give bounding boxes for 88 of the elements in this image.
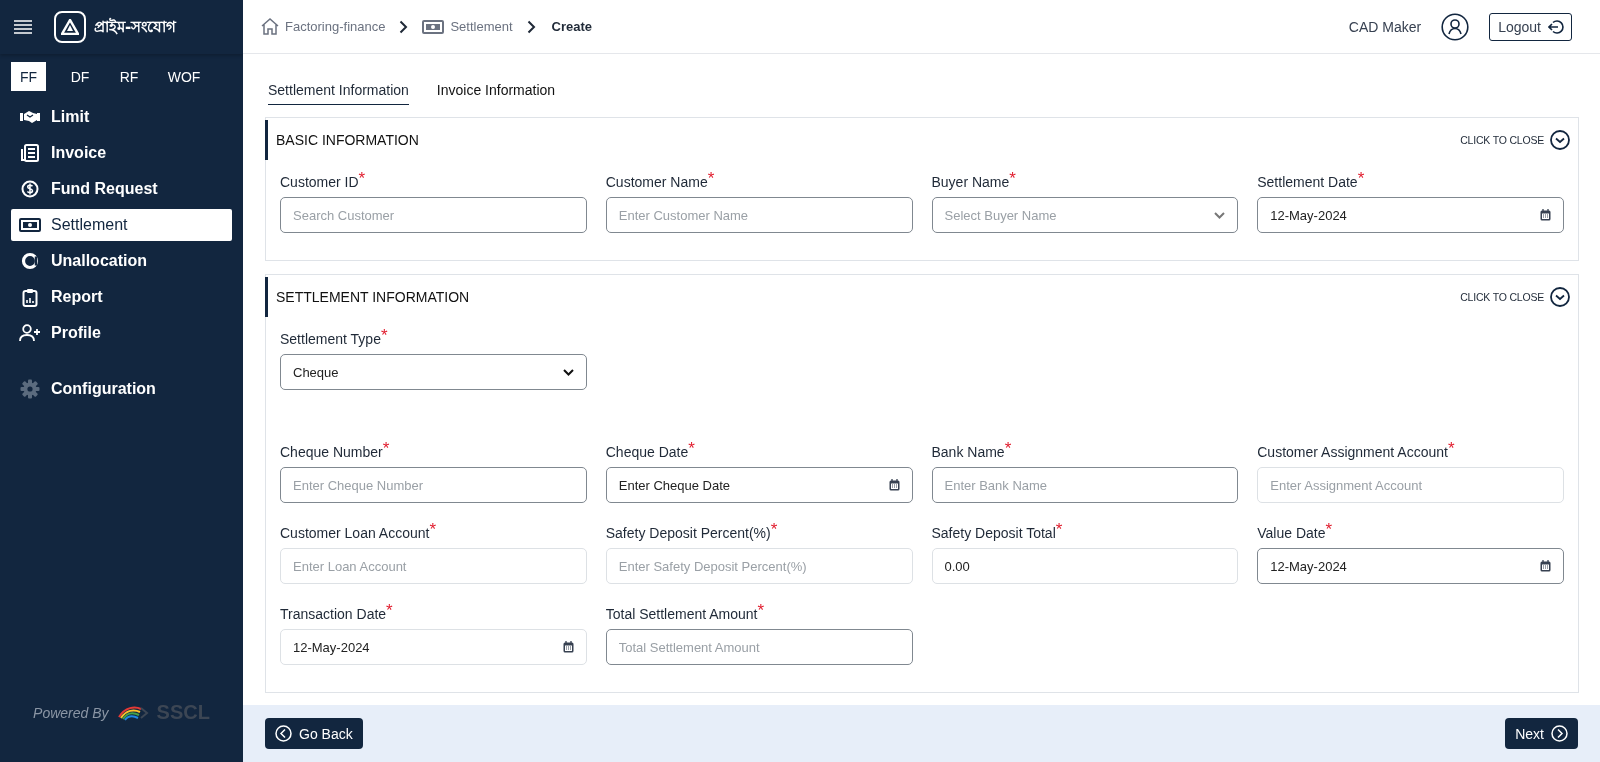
vendor-logo-icon	[116, 704, 149, 721]
field-label: Settlement Type	[280, 331, 381, 347]
clipboard-icon	[22, 287, 38, 307]
required-mark: *	[386, 602, 393, 619]
brand-name: প্রাইম-সংযোগ	[94, 16, 177, 38]
logout-icon	[1548, 18, 1564, 35]
handshake-icon	[19, 109, 41, 125]
calendar-icon	[562, 641, 574, 653]
section-title: SETTLEMENT INFORMATION	[276, 289, 470, 305]
field-label: Safety Deposit Percent(%)	[605, 525, 771, 541]
tab[interactable]: Settlement Information	[268, 77, 409, 105]
user-avatar-icon[interactable]	[1441, 12, 1470, 41]
chevron-down-icon	[1214, 211, 1226, 219]
required-mark: *	[1447, 440, 1455, 457]
chevron-circle-icon[interactable]	[1550, 130, 1570, 150]
chevron-right-icon	[399, 19, 409, 34]
dropdown[interactable]: Cheque	[280, 354, 587, 390]
chevron-right-icon	[526, 19, 536, 34]
collapse-toggle-label[interactable]: CLICK TO CLOSE	[1460, 291, 1544, 303]
breadcrumb-item[interactable]: Factoring-finance	[261, 18, 386, 35]
required-mark: *	[1357, 170, 1365, 187]
sidebar-item[interactable]: Report	[11, 281, 232, 313]
sidebar-item[interactable]: Configuration	[11, 373, 232, 405]
required-mark: *	[707, 170, 715, 187]
chevron-circle-icon[interactable]	[1550, 287, 1570, 307]
menu-icon[interactable]	[14, 20, 32, 34]
field-label: Bank Name	[931, 444, 1005, 460]
required-mark: *	[1325, 521, 1333, 538]
breadcrumb-item: Create	[551, 19, 593, 34]
field-label: Customer ID	[280, 174, 359, 190]
user-plus-icon	[19, 324, 41, 342]
logout-button[interactable]: Logout	[1489, 12, 1572, 41]
next-button[interactable]: Next	[1505, 718, 1578, 749]
sidebar-item[interactable]: Unallocation	[11, 245, 232, 277]
required-mark: *	[358, 170, 366, 187]
chevron-left-circle-icon	[275, 725, 292, 742]
date-field[interactable]: 12-May-2024	[1257, 548, 1564, 584]
required-mark: *	[1004, 440, 1012, 457]
sidebar-item[interactable]: Settlement	[11, 209, 232, 241]
field-label: Customer Loan Account	[280, 525, 430, 541]
sidebar-item[interactable]: Fund Request	[11, 173, 232, 205]
user-name: CAD Maker	[1348, 18, 1422, 35]
home-icon	[261, 18, 279, 35]
sidebar-item[interactable]: Invoice	[11, 137, 232, 169]
banknote-icon	[19, 218, 41, 232]
collapse-toggle-label[interactable]: CLICK TO CLOSE	[1460, 134, 1544, 146]
required-mark: *	[429, 521, 437, 538]
sidebar-item[interactable]: Profile	[11, 317, 232, 349]
field-label: Safety Deposit Total	[931, 525, 1056, 541]
field-label: Cheque Date	[605, 444, 689, 460]
chevron-right-circle-icon	[1551, 725, 1568, 742]
module-tab[interactable]: RF	[106, 62, 152, 91]
required-mark: *	[380, 327, 388, 344]
field-label: Cheque Number	[280, 444, 383, 460]
dollar-circle-icon	[21, 180, 39, 198]
required-mark: *	[1009, 170, 1016, 187]
chevron-down-icon	[562, 368, 574, 376]
powered-by-label: Powered By	[33, 704, 109, 721]
field-label: Buyer Name	[931, 174, 1010, 190]
field-label: Customer Name	[605, 174, 708, 190]
required-mark: *	[1055, 521, 1063, 538]
module-tab[interactable]: WOF	[161, 62, 207, 91]
field-label: Settlement Date	[1257, 174, 1358, 190]
section-title: BASIC INFORMATION	[276, 132, 419, 148]
date-field[interactable]: Enter Cheque Date	[605, 467, 913, 503]
sidebar-item[interactable]: Limit	[11, 101, 232, 133]
field-label: Total Settlement Amount	[605, 606, 758, 622]
calendar-icon	[888, 479, 900, 491]
ring-icon	[21, 252, 39, 270]
date-field[interactable]: 12-May-2024	[1257, 197, 1564, 233]
banknote-icon	[422, 19, 445, 34]
required-mark: *	[757, 602, 765, 619]
calendar-icon	[1540, 560, 1551, 572]
module-tab[interactable]: FF	[11, 62, 46, 91]
module-tab[interactable]: DF	[57, 62, 103, 91]
required-mark: *	[770, 521, 778, 538]
document-icon	[21, 144, 39, 162]
gear-icon	[20, 379, 40, 399]
field-label: Value Date	[1257, 525, 1326, 541]
field-label: Transaction Date	[280, 606, 387, 622]
required-mark: *	[688, 440, 695, 457]
field-label: Customer Assignment Account	[1257, 444, 1448, 460]
breadcrumb-item[interactable]: Settlement	[422, 19, 513, 34]
calendar-icon	[1540, 209, 1551, 221]
go-back-button[interactable]: Go Back	[265, 718, 363, 749]
tab[interactable]: Invoice Information	[436, 77, 556, 105]
required-mark: *	[382, 440, 390, 457]
logo-icon	[54, 11, 86, 43]
